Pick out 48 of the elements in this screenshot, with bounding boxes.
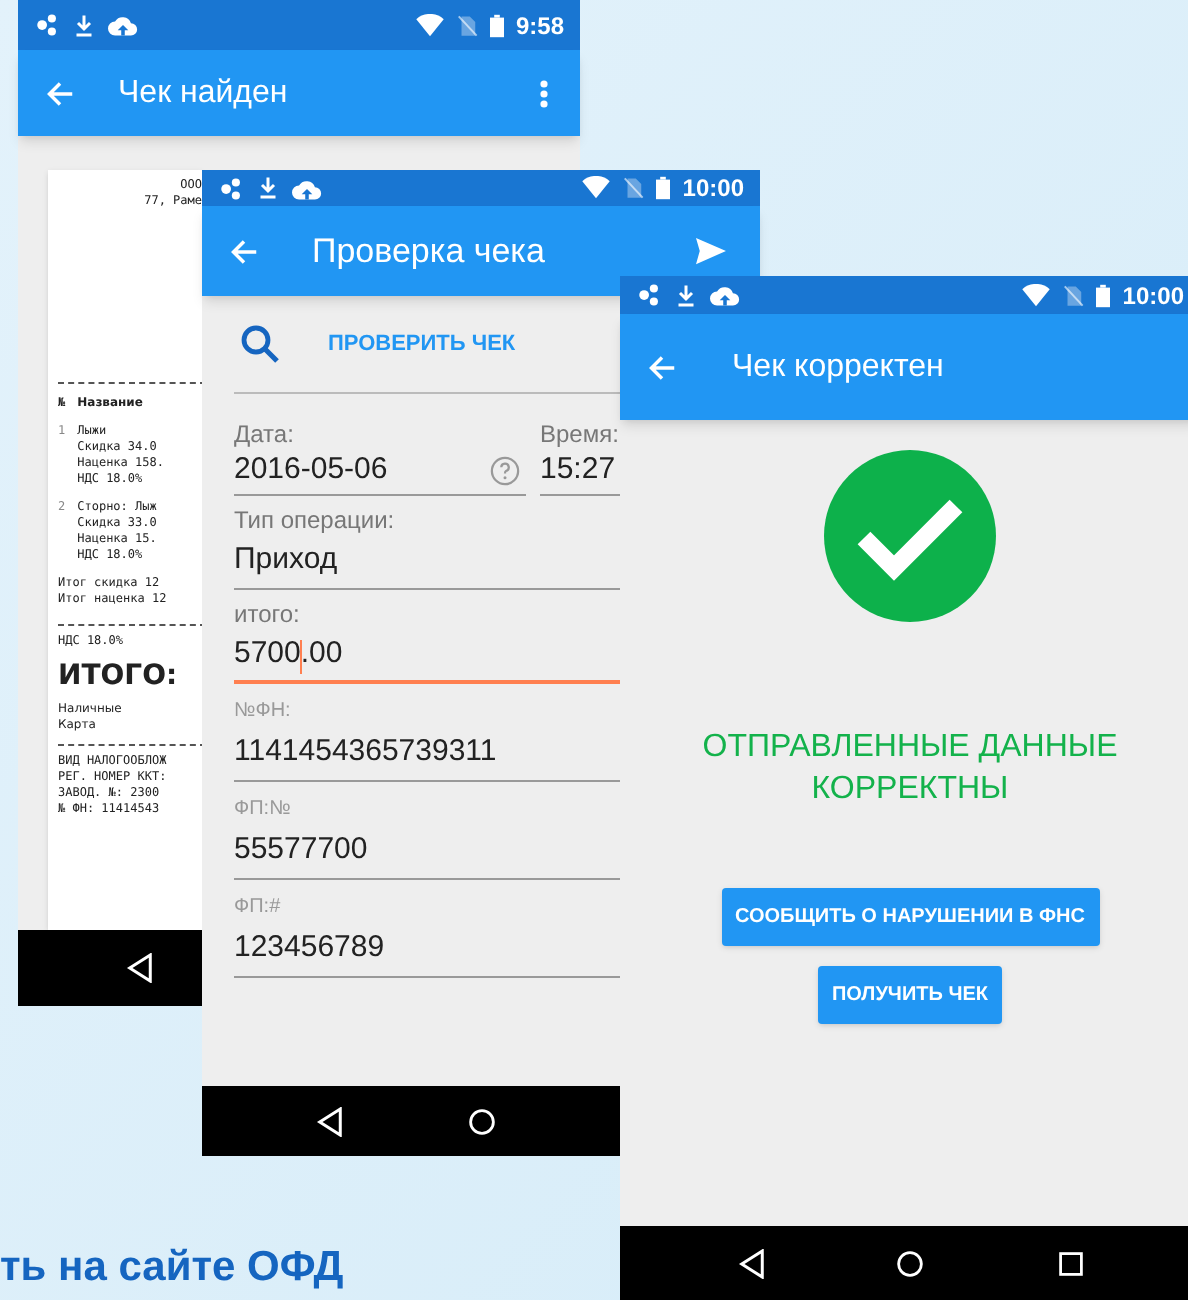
field-label: ФП:# bbox=[234, 894, 283, 922]
share-icon bbox=[34, 12, 60, 38]
cloud-upload-icon bbox=[108, 12, 138, 38]
download-icon bbox=[674, 283, 698, 307]
receipt-total-label: ИТОГО: bbox=[58, 660, 180, 692]
screen-title: Чек найден bbox=[118, 73, 288, 113]
wifi-icon bbox=[1022, 283, 1051, 307]
back-icon[interactable] bbox=[738, 1248, 766, 1278]
field-label: итого: bbox=[234, 600, 302, 628]
more-options-icon[interactable] bbox=[540, 79, 548, 107]
recents-icon[interactable] bbox=[1058, 1250, 1084, 1276]
search-icon[interactable] bbox=[240, 324, 280, 364]
status-time: 9:58 bbox=[515, 13, 564, 37]
back-arrow-icon[interactable] bbox=[46, 79, 74, 107]
status-time: 10:00 bbox=[1122, 283, 1184, 307]
cloud-upload-icon bbox=[292, 175, 322, 201]
no-sim-icon bbox=[1062, 283, 1085, 307]
field-label: №ФН: bbox=[234, 698, 293, 726]
screen-title: Проверка чека bbox=[312, 229, 545, 274]
field-label: Тип операции: bbox=[234, 506, 397, 534]
field-label: Дата: bbox=[234, 420, 296, 448]
back-icon[interactable] bbox=[126, 953, 154, 983]
no-sim-icon bbox=[455, 13, 478, 37]
success-message: ОТПРАВЛЕННЫЕ ДАННЫЕ КОРРЕКТНЫ bbox=[700, 728, 1120, 810]
cloud-upload-icon bbox=[710, 282, 740, 308]
back-arrow-icon[interactable] bbox=[230, 237, 258, 265]
download-icon bbox=[256, 176, 280, 200]
field-label: Время: bbox=[540, 420, 620, 448]
wifi-icon bbox=[415, 13, 444, 37]
screen-title: Чек корректен bbox=[732, 347, 944, 387]
home-icon[interactable] bbox=[468, 1107, 496, 1135]
send-icon[interactable] bbox=[694, 236, 728, 266]
caption-text: ть на сайте ОФД bbox=[0, 1242, 344, 1294]
check-mark-icon bbox=[824, 450, 996, 622]
date-field[interactable]: 2016-05-06 bbox=[234, 448, 526, 496]
back-icon[interactable] bbox=[316, 1106, 344, 1136]
download-icon bbox=[72, 13, 96, 37]
wifi-icon bbox=[582, 176, 611, 200]
battery-icon bbox=[656, 176, 671, 200]
field-label: ФП:№ bbox=[234, 796, 293, 824]
status-time: 10:00 bbox=[682, 176, 744, 200]
share-icon bbox=[218, 175, 244, 201]
battery-icon bbox=[1096, 283, 1111, 307]
home-icon[interactable] bbox=[896, 1249, 924, 1277]
back-arrow-icon[interactable] bbox=[648, 353, 676, 381]
share-icon bbox=[636, 282, 662, 308]
battery-icon bbox=[489, 13, 504, 37]
no-sim-icon bbox=[622, 176, 645, 200]
